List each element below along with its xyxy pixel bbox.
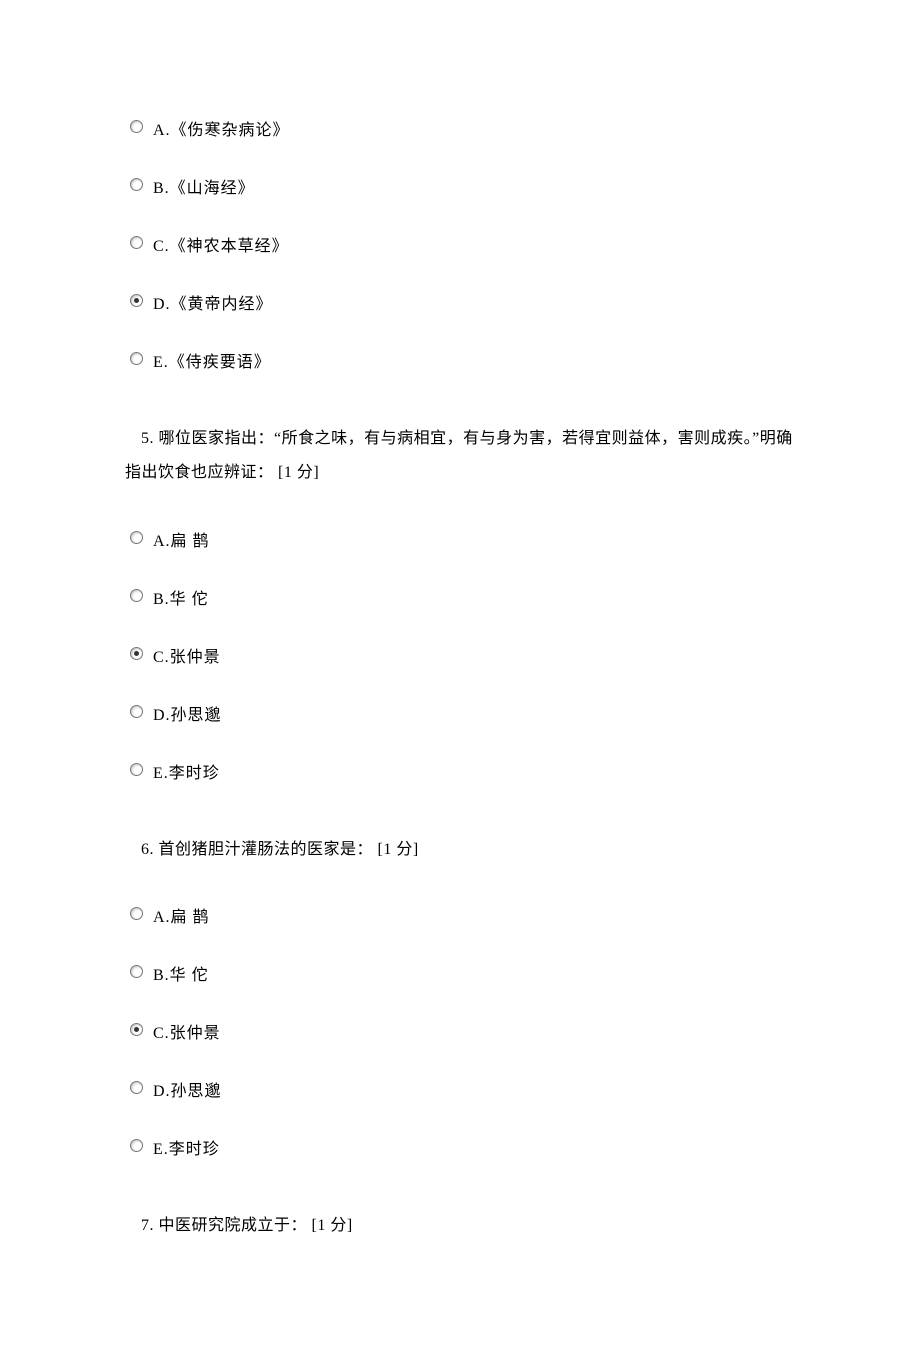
q6-text: 6. 首创猪胆汁灌肠法的医家是： [1 分]	[125, 833, 795, 867]
q4-radio-e[interactable]	[130, 352, 143, 365]
q4-option-b-label: B.《山海经》	[153, 168, 255, 198]
q5-option-d: D.孙思邈	[125, 695, 795, 725]
q4-option-e: E.《侍疾要语》	[125, 342, 795, 372]
radio-wrap	[125, 291, 153, 307]
q4-radio-c[interactable]	[130, 236, 143, 249]
radio-wrap	[125, 962, 153, 978]
exam-page: A.《伤寒杂病论》 B.《山海经》 C.《神农本草经》 D.《黄帝内经》 E.《…	[0, 0, 920, 1354]
q4-option-b: B.《山海经》	[125, 168, 795, 198]
q6-option-b-label: B.华 佗	[153, 955, 209, 985]
q6-option-a: A.扁 鹊	[125, 897, 795, 927]
radio-wrap	[125, 760, 153, 776]
q4-option-d: D.《黄帝内经》	[125, 284, 795, 314]
radio-wrap	[125, 586, 153, 602]
q5-option-d-label: D.孙思邈	[153, 695, 222, 725]
q6-option-c: C.张仲景	[125, 1013, 795, 1043]
q6-radio-b[interactable]	[130, 965, 143, 978]
q5-radio-e[interactable]	[130, 763, 143, 776]
q5-option-b: B.华 佗	[125, 579, 795, 609]
q5-option-a-label: A.扁 鹊	[153, 521, 210, 551]
radio-wrap	[125, 349, 153, 365]
q4-option-c-label: C.《神农本草经》	[153, 226, 289, 256]
radio-wrap	[125, 117, 153, 133]
radio-wrap	[125, 644, 153, 660]
q5-option-b-label: B.华 佗	[153, 579, 209, 609]
q4-option-a: A.《伤寒杂病论》	[125, 110, 795, 140]
q4-radio-d[interactable]	[130, 294, 143, 307]
radio-wrap	[125, 904, 153, 920]
q6-option-c-label: C.张仲景	[153, 1013, 221, 1043]
q5-text: 5. 哪位医家指出：“所食之味，有与病相宜，有与身为害，若得宜则益体，害则成疾。…	[125, 422, 795, 491]
q5-radio-a[interactable]	[130, 531, 143, 544]
q6-radio-a[interactable]	[130, 907, 143, 920]
radio-wrap	[125, 175, 153, 191]
radio-wrap	[125, 1136, 153, 1152]
radio-wrap	[125, 1020, 153, 1036]
q5-option-e-label: E.李时珍	[153, 753, 220, 783]
q5-option-c-label: C.张仲景	[153, 637, 221, 667]
q6-option-a-label: A.扁 鹊	[153, 897, 210, 927]
q6-option-e-label: E.李时珍	[153, 1129, 220, 1159]
q4-option-a-label: A.《伤寒杂病论》	[153, 110, 290, 140]
q4-option-c: C.《神农本草经》	[125, 226, 795, 256]
q6-radio-d[interactable]	[130, 1081, 143, 1094]
q5-option-c: C.张仲景	[125, 637, 795, 667]
q4-option-e-label: E.《侍疾要语》	[153, 342, 271, 372]
q4-radio-b[interactable]	[130, 178, 143, 191]
q6-radio-e[interactable]	[130, 1139, 143, 1152]
q6-option-d-label: D.孙思邈	[153, 1071, 222, 1101]
radio-wrap	[125, 528, 153, 544]
q7-text: 7. 中医研究院成立于： [1 分]	[125, 1209, 795, 1243]
q5-radio-c[interactable]	[130, 647, 143, 660]
radio-wrap	[125, 1078, 153, 1094]
q6-option-e: E.李时珍	[125, 1129, 795, 1159]
radio-wrap	[125, 233, 153, 249]
q6-option-d: D.孙思邈	[125, 1071, 795, 1101]
q6-option-b: B.华 佗	[125, 955, 795, 985]
q5-radio-b[interactable]	[130, 589, 143, 602]
q5-option-a: A.扁 鹊	[125, 521, 795, 551]
q5-radio-d[interactable]	[130, 705, 143, 718]
q4-option-d-label: D.《黄帝内经》	[153, 284, 273, 314]
q6-radio-c[interactable]	[130, 1023, 143, 1036]
q4-radio-a[interactable]	[130, 120, 143, 133]
radio-wrap	[125, 702, 153, 718]
q5-option-e: E.李时珍	[125, 753, 795, 783]
